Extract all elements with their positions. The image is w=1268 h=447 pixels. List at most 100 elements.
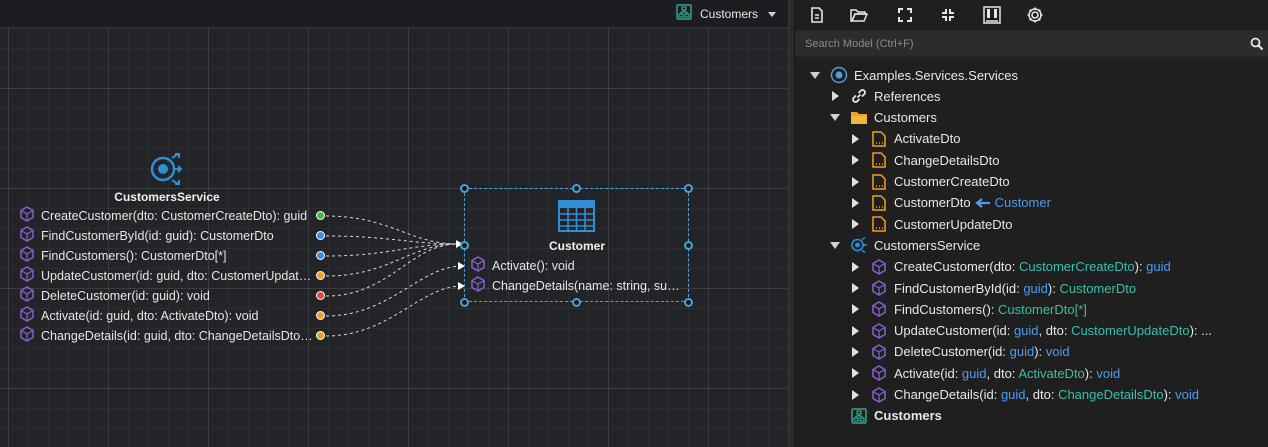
dto-icon bbox=[870, 194, 888, 212]
resize-handle-br[interactable] bbox=[684, 298, 693, 307]
model-explorer: Examples.Services.Services References Cust… bbox=[795, 0, 1268, 447]
tree-dto-label: ActivateDto bbox=[894, 131, 960, 146]
tree-dto[interactable]: CustomerUpdateDto bbox=[849, 214, 1013, 234]
collapse-arrow-icon[interactable] bbox=[829, 112, 841, 124]
expand-arrow-icon[interactable] bbox=[849, 367, 861, 379]
tree-operation-label: Activate(id: guid, dto: ActivateDto): vo… bbox=[894, 366, 1120, 381]
tree-operation[interactable]: DeleteCustomer(id: guid): void bbox=[849, 342, 1070, 362]
expand-arrow-icon[interactable] bbox=[849, 133, 861, 145]
resize-handle-tr[interactable] bbox=[684, 184, 693, 193]
references-icon bbox=[850, 87, 868, 105]
tree-dto-label: ChangeDetailsDto bbox=[894, 153, 1000, 168]
operation-port[interactable] bbox=[316, 211, 325, 220]
service-operation[interactable]: DeleteCustomer(id: guid): void bbox=[19, 286, 210, 306]
collapse-icon[interactable] bbox=[937, 4, 959, 26]
tree-references[interactable]: References bbox=[829, 86, 940, 106]
service-operation[interactable]: FindCustomerById(id: guid): CustomerDto bbox=[19, 226, 274, 245]
text-segment: ): ... bbox=[1189, 323, 1212, 339]
tree-service[interactable]: CustomersService bbox=[829, 235, 980, 255]
tree-dto[interactable]: CustomerDto Customer bbox=[849, 193, 1051, 213]
expand-arrow-icon[interactable] bbox=[849, 389, 861, 401]
operation-icon bbox=[870, 343, 888, 361]
expand-arrow-icon[interactable] bbox=[849, 282, 861, 294]
tree-dto-label: CustomerDto Customer bbox=[894, 195, 1051, 211]
operation-icon bbox=[19, 246, 35, 266]
service-operation[interactable]: ChangeDetails(id: guid, dto: ChangeDetai… bbox=[19, 326, 313, 345]
service-operation[interactable]: FindCustomers(): CustomerDto[*] bbox=[19, 246, 226, 266]
service-operation[interactable]: Activate(id: guid, dto: ActivateDto): vo… bbox=[19, 306, 258, 326]
text-segment: CustomerDto[*] bbox=[998, 301, 1087, 317]
tree-dto[interactable]: CustomerCreateDto bbox=[849, 172, 1010, 192]
operation-icon bbox=[19, 306, 35, 326]
gear-icon[interactable] bbox=[1024, 4, 1046, 26]
resize-handle-ml[interactable] bbox=[460, 241, 469, 250]
mapping-arrow-icon bbox=[974, 196, 991, 211]
service-operation[interactable]: UpdateCustomer(id: guid, dto: CustomerUp… bbox=[19, 266, 313, 285]
service-operation-label: FindCustomerById(id: guid): CustomerDto bbox=[41, 229, 274, 243]
tree-operation[interactable]: FindCustomers(): CustomerDto[*] bbox=[849, 299, 1087, 319]
text-segment: References bbox=[874, 88, 941, 104]
customer-operation-label: Activate(): void bbox=[492, 259, 575, 273]
tree-operation[interactable]: FindCustomerById(id: guid): CustomerDto bbox=[849, 278, 1136, 298]
tree-root[interactable]: Examples.Services.Services bbox=[809, 65, 1018, 85]
diagram-canvas[interactable]: Customers CustomersService CreateCustome… bbox=[0, 0, 788, 447]
search-icon[interactable] bbox=[1250, 36, 1264, 55]
operation-icon bbox=[19, 286, 35, 306]
expand-arrow-icon[interactable] bbox=[849, 261, 861, 273]
resize-handle-tc[interactable] bbox=[572, 184, 581, 193]
resize-handle-bl[interactable] bbox=[460, 298, 469, 307]
text-segment: void bbox=[1045, 344, 1070, 360]
expand-arrow-icon[interactable] bbox=[849, 176, 861, 188]
customer-operation[interactable]: Activate(): void bbox=[470, 256, 575, 275]
collapse-arrow-icon[interactable] bbox=[829, 239, 841, 251]
search-input[interactable] bbox=[795, 31, 1245, 57]
tree-dto[interactable]: ChangeDetailsDto bbox=[849, 150, 1000, 170]
panel-splitter[interactable] bbox=[788, 0, 795, 447]
text-segment: Activate(id: bbox=[894, 365, 962, 381]
operation-port[interactable] bbox=[316, 251, 325, 260]
new-file-icon[interactable] bbox=[806, 4, 828, 26]
text-segment: Customers bbox=[874, 110, 937, 126]
tree-diagram[interactable]: Customers bbox=[829, 406, 942, 426]
open-folder-icon[interactable] bbox=[848, 4, 870, 26]
expand-arrow-icon[interactable] bbox=[849, 346, 861, 358]
tree-operation[interactable]: UpdateCustomer(id: guid, dto: CustomerUp… bbox=[849, 321, 1212, 341]
explorer-toolbar bbox=[795, 0, 1268, 30]
collapse-arrow-icon[interactable] bbox=[809, 69, 821, 81]
text-segment: ): bbox=[1084, 365, 1097, 381]
tree-operation[interactable]: ChangeDetails(id: guid, dto: ChangeDetai… bbox=[849, 385, 1199, 405]
expand-arrow-icon[interactable] bbox=[849, 303, 861, 315]
tree-folder-customers[interactable]: Customers bbox=[829, 108, 937, 128]
text-segment: FindCustomers(): bbox=[894, 301, 999, 317]
diagram-layout-icon[interactable] bbox=[981, 4, 1003, 26]
expand-arrow-icon[interactable] bbox=[829, 90, 841, 102]
operation-port[interactable] bbox=[316, 331, 325, 340]
text-segment: ActivateDto bbox=[1018, 365, 1085, 381]
text-segment: ): bbox=[1047, 280, 1060, 296]
operation-port[interactable] bbox=[316, 231, 325, 240]
service-operation[interactable]: CreateCustomer(dto: CustomerCreateDto): … bbox=[19, 206, 307, 225]
customer-operation[interactable]: ChangeDetails(name: string, surname: str… bbox=[470, 276, 682, 295]
tree-operation[interactable]: Activate(id: guid, dto: ActivateDto): vo… bbox=[849, 363, 1120, 383]
operation-port[interactable] bbox=[316, 311, 325, 320]
tree-references-label: References bbox=[874, 89, 940, 104]
text-segment: CustomerCreateDto bbox=[894, 174, 1010, 189]
text-segment: UpdateCustomer(id: bbox=[894, 323, 1014, 339]
text-segment: , dto: bbox=[1038, 323, 1072, 339]
expand-arrow-icon[interactable] bbox=[849, 218, 861, 230]
tree-folder-customers-label: Customers bbox=[874, 110, 937, 125]
resize-handle-tl[interactable] bbox=[460, 184, 469, 193]
tree-operation[interactable]: CreateCustomer(dto: CustomerCreateDto): … bbox=[849, 257, 1171, 277]
expand-icon[interactable] bbox=[894, 4, 916, 26]
resize-handle-mr[interactable] bbox=[684, 241, 693, 250]
operation-port[interactable] bbox=[316, 291, 325, 300]
tree-dto[interactable]: ActivateDto bbox=[849, 129, 960, 149]
expand-arrow-icon[interactable] bbox=[849, 154, 861, 166]
tree-operation-label: UpdateCustomer(id: guid, dto: CustomerUp… bbox=[894, 323, 1212, 338]
tree-operation-label: FindCustomers(): CustomerDto[*] bbox=[894, 302, 1087, 317]
resize-handle-bc[interactable] bbox=[572, 298, 581, 307]
operation-port[interactable] bbox=[316, 271, 325, 280]
expand-arrow-icon[interactable] bbox=[849, 197, 861, 209]
expand-arrow-icon[interactable] bbox=[849, 325, 861, 337]
